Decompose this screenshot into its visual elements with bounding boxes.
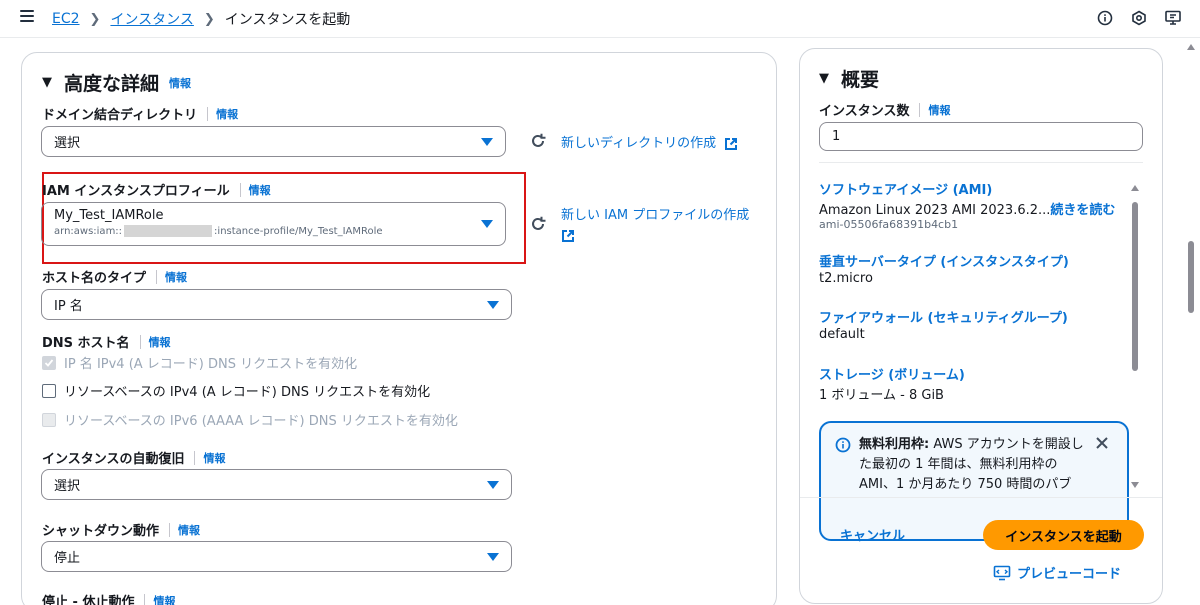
shutdown-behavior-select[interactable]: 停止 (41, 541, 512, 572)
info-link[interactable]: 情報 (928, 102, 950, 118)
info-link[interactable]: 情報 (169, 75, 191, 91)
read-more-link[interactable]: 続きを読む (1050, 203, 1115, 218)
storage-link[interactable]: ストレージ (ボリューム) (819, 364, 965, 383)
info-link[interactable]: 情報 (165, 269, 187, 285)
summary-panel: ▼ 概要 インスタンス数 情報 1 ソフトウェアイメージ (AMI) Amazon… (799, 48, 1163, 604)
caret-down-icon (487, 300, 499, 309)
checkbox[interactable] (42, 383, 56, 398)
settings-hex-icon[interactable] (1130, 9, 1148, 27)
breadcrumb-instances[interactable]: インスタンス (110, 9, 193, 29)
chevron-right-icon: ❯ (89, 11, 101, 27)
summary-scrollbar-thumb[interactable] (1132, 202, 1138, 371)
caret-down-icon (481, 220, 493, 228)
domain-dir-label: ドメイン結合ディレクトリ 情報 (42, 106, 239, 123)
instance-type-value: t2.micro (819, 271, 873, 286)
auto-recovery-select[interactable]: 選択 (41, 469, 512, 500)
menu-icon[interactable] (20, 10, 34, 24)
dns-resource-ipv4-option[interactable]: リソースベースの IPv4 (A レコード) DNS リクエストを有効化 (42, 381, 430, 400)
external-link-icon (562, 229, 574, 242)
refresh-icon[interactable] (529, 132, 547, 150)
scroll-up-arrow[interactable] (1131, 185, 1139, 191)
redacted-account-id (124, 225, 213, 237)
info-link[interactable]: 情報 (203, 450, 225, 466)
refresh-icon[interactable] (529, 215, 547, 233)
instance-count-input[interactable]: 1 (819, 122, 1143, 151)
dns-hostname-label: DNS ホスト名 情報 (42, 334, 171, 351)
checkbox-checked-disabled (42, 355, 56, 370)
scroll-down-arrow[interactable] (1131, 482, 1139, 488)
free-tier-text: 無料利用枠: AWS アカウントを開設した最初の 1 年間は、無料利用枠の AM… (859, 437, 1084, 492)
checkbox-disabled (42, 412, 56, 427)
feedback-icon[interactable] (1164, 9, 1182, 27)
info-circle-icon[interactable] (1096, 9, 1114, 27)
info-link[interactable]: 情報 (153, 593, 175, 605)
external-link-icon (725, 137, 738, 150)
storage-value: 1 ボリューム - 8 GiB (819, 388, 944, 403)
shutdown-behavior-label: シャットダウン動作 情報 (42, 522, 201, 539)
caret-down-icon (487, 480, 499, 489)
page-scroll-up-arrow[interactable] (1187, 44, 1195, 50)
stop-hibernate-label: 停止 - 休止動作 情報 (42, 591, 175, 605)
breadcrumb-ec2[interactable]: EC2 (52, 11, 80, 27)
ami-link[interactable]: ソフトウェアイメージ (AMI) (819, 179, 992, 198)
iam-profile-label: IAM インスタンスプロフィール 情報 (42, 182, 271, 199)
ami-id: ami-05506fa68391b4cb1 (819, 218, 959, 231)
iam-profile-arn: arn:aws:iam:: :instance-profile/My_Test_… (54, 225, 383, 237)
info-link[interactable]: 情報 (216, 106, 238, 122)
divider (819, 162, 1143, 163)
close-icon[interactable] (1095, 436, 1109, 450)
dns-resource-ipv6-option: リソースベースの IPv6 (AAAA レコード) DNS リクエストを有効化 (42, 410, 458, 429)
auto-recovery-label: インスタンスの自動復旧 情報 (42, 450, 226, 467)
summary-title: 概要 (841, 69, 880, 91)
launch-instance-button[interactable]: インスタンスを起動 (983, 520, 1144, 550)
iam-profile-name: My_Test_IAMRole (54, 208, 164, 223)
preview-code-button[interactable]: プレビューコード (993, 563, 1121, 582)
domain-dir-select[interactable]: 選択 (41, 126, 506, 157)
hostname-type-select[interactable]: IP 名 (41, 289, 512, 320)
advanced-details-title: 高度な詳細 (64, 73, 160, 95)
create-directory-link[interactable]: 新しいディレクトリの作成 (561, 132, 738, 151)
chevron-right-icon: ❯ (203, 11, 215, 27)
firewall-value: default (819, 327, 865, 342)
hostname-type-label: ホスト名のタイプ 情報 (42, 269, 188, 286)
instance-type-link[interactable]: 垂直サーバータイプ (インスタンスタイプ) (819, 251, 1069, 270)
info-link[interactable]: 情報 (149, 334, 171, 350)
info-link[interactable]: 情報 (178, 522, 200, 538)
advanced-details-panel: ▼ 高度な詳細 情報 ドメイン結合ディレクトリ 情報 選択 新しいディレクトリの作… (21, 52, 777, 605)
instance-count-label: インスタンス数 情報 (819, 102, 951, 119)
breadcrumb: EC2 ❯ インスタンス ❯ インスタンスを起動 (52, 9, 350, 29)
caret-down-icon[interactable]: ▼ (819, 71, 829, 86)
firewall-link[interactable]: ファイアウォール (セキュリティグループ) (819, 307, 1068, 326)
dns-ipv4-ipname-option: IP 名 IPv4 (A レコード) DNS リクエストを有効化 (42, 353, 357, 372)
advanced-details-header[interactable]: ▼ 高度な詳細 情報 (42, 69, 191, 96)
info-circle-icon (835, 437, 851, 453)
info-link[interactable]: 情報 (249, 182, 271, 198)
iam-profile-select[interactable]: My_Test_IAMRole arn:aws:iam:: :instance-… (41, 202, 506, 246)
caret-down-icon[interactable]: ▼ (42, 75, 52, 90)
caret-down-icon (487, 552, 499, 561)
page-scrollbar-thumb[interactable] (1188, 241, 1194, 313)
caret-down-icon (481, 137, 493, 146)
code-preview-icon (993, 565, 1011, 580)
divider (800, 497, 1162, 498)
create-iam-profile-link[interactable]: 新しい IAM プロファイルの作成 (561, 206, 749, 246)
top-bar: EC2 ❯ インスタンス ❯ インスタンスを起動 (0, 0, 1200, 38)
cancel-button[interactable]: キャンセル (840, 525, 905, 544)
ami-value: Amazon Linux 2023 AMI 2023.6.2...続きを読む (819, 203, 1116, 218)
breadcrumb-current: インスタンスを起動 (224, 12, 351, 28)
summary-header[interactable]: ▼ 概要 (819, 65, 879, 92)
